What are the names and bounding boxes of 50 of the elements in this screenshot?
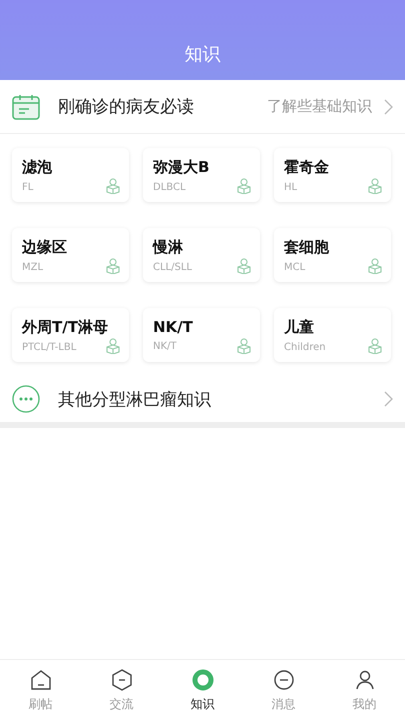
type-code: CLL/SLL bbox=[153, 262, 192, 272]
type-code: MCL bbox=[284, 262, 306, 272]
other-types-title: 其他分型淋巴瘤知识 bbox=[58, 388, 212, 410]
type-name: 外周T/T淋母 bbox=[22, 318, 108, 336]
type-code: FL bbox=[22, 182, 34, 192]
person-box-icon bbox=[368, 178, 382, 194]
person-box-icon bbox=[368, 338, 382, 354]
lymphoma-type-card[interactable]: 霍奇金 HL bbox=[274, 148, 391, 202]
type-code: NK/T bbox=[153, 341, 177, 352]
person-box-icon bbox=[368, 258, 382, 274]
more-icon bbox=[12, 385, 40, 413]
type-name: 慢淋 bbox=[153, 238, 183, 256]
type-name: 滤泡 bbox=[22, 158, 52, 176]
type-name: 弥漫大B bbox=[153, 158, 210, 176]
page-title: 知识 bbox=[184, 43, 220, 66]
ring-icon bbox=[190, 668, 214, 692]
lymphoma-type-card[interactable]: 慢淋 CLL/SLL bbox=[143, 228, 260, 282]
lymphoma-type-card[interactable]: 滤泡 FL bbox=[12, 148, 129, 202]
other-types-row[interactable]: 其他分型淋巴瘤知识 bbox=[0, 376, 405, 422]
type-name: 边缘区 bbox=[22, 238, 67, 256]
person-box-icon bbox=[106, 258, 120, 274]
calendar-icon bbox=[12, 94, 40, 120]
chevron-icon bbox=[384, 98, 393, 114]
lymphoma-type-card[interactable]: 儿童 Children bbox=[274, 308, 391, 362]
type-code: Children bbox=[284, 342, 326, 352]
intro-row[interactable]: 刚确诊的病友必读 了解些基础知识 bbox=[0, 80, 405, 134]
type-name: 儿童 bbox=[284, 318, 314, 336]
hexagon-icon bbox=[110, 668, 134, 692]
type-name: 套细胞 bbox=[284, 238, 329, 256]
person-box-icon bbox=[237, 338, 251, 354]
home-icon bbox=[28, 668, 52, 692]
intro-hint: 了解些基础知识 bbox=[267, 97, 372, 116]
type-code: DLBCL bbox=[153, 182, 186, 192]
tab[interactable]: 知识 bbox=[162, 660, 243, 720]
chevron-icon bbox=[384, 391, 393, 407]
type-code: HL bbox=[284, 182, 298, 192]
type-code: MZL bbox=[22, 262, 44, 272]
intro-title: 刚确诊的病友必读 bbox=[58, 96, 195, 118]
lymphoma-type-card[interactable]: 边缘区 MZL bbox=[12, 228, 129, 282]
lymphoma-type-card[interactable]: 外周T/T淋母 PTCL/T-LBL bbox=[12, 308, 129, 362]
person-box-icon bbox=[237, 258, 251, 274]
person-box-icon bbox=[237, 178, 251, 194]
lymphoma-type-card[interactable]: 套细胞 MCL bbox=[274, 228, 391, 282]
lymphoma-type-card[interactable]: 弥漫大B DLBCL bbox=[143, 148, 260, 202]
type-code: PTCL/T-LBL bbox=[22, 342, 76, 352]
type-name: NK/T bbox=[153, 318, 193, 336]
lymphoma-type-card[interactable]: NK/T NK/T bbox=[143, 308, 260, 362]
person-box-icon bbox=[106, 338, 120, 354]
type-name: 霍奇金 bbox=[284, 158, 329, 176]
person-box-icon bbox=[106, 178, 120, 194]
